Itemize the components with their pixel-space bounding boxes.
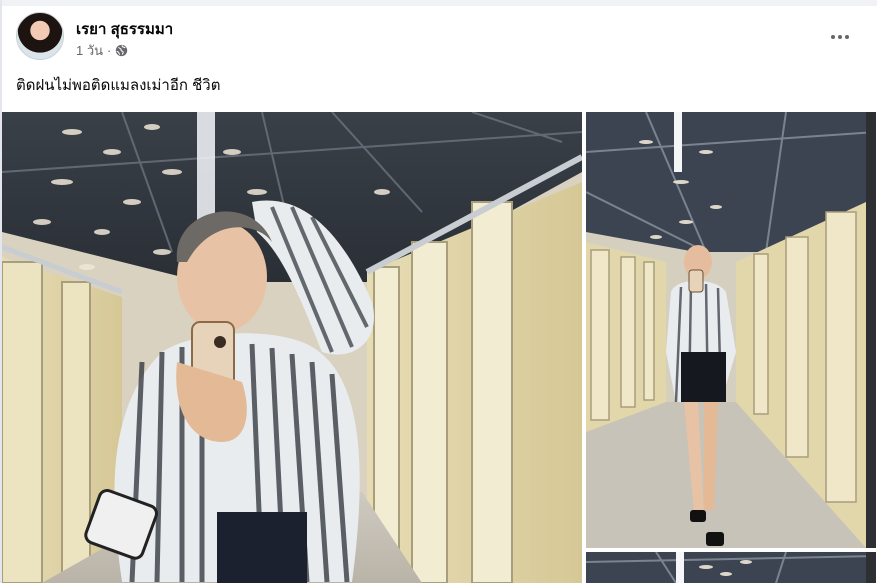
post-message: ติดฝนไม่พอติดแมลงเม่าอีก ชีวิต — [16, 77, 221, 94]
post-header: เรยา สุธรรมมา 1 วัน · — [16, 12, 861, 62]
post-meta: 1 วัน · — [76, 40, 128, 61]
dot — [831, 35, 835, 39]
post-options-more-icon[interactable] — [825, 22, 855, 52]
post-photo-3[interactable] — [586, 552, 876, 583]
post-timestamp-link[interactable]: 1 วัน — [76, 40, 103, 61]
author-name-link[interactable]: เรยา สุธรรมมา — [76, 17, 173, 41]
post-photo-2[interactable] — [586, 112, 876, 548]
photo-3-image — [586, 552, 876, 583]
feed-background-strip — [0, 0, 877, 6]
globe-icon[interactable] — [115, 44, 128, 57]
dot — [838, 35, 842, 39]
meta-separator: · — [107, 43, 112, 58]
post-photo-1[interactable] — [2, 112, 582, 583]
photo-2-image — [586, 112, 876, 548]
dot — [845, 35, 849, 39]
photo-1-image — [2, 112, 582, 583]
author-avatar[interactable] — [16, 12, 64, 60]
